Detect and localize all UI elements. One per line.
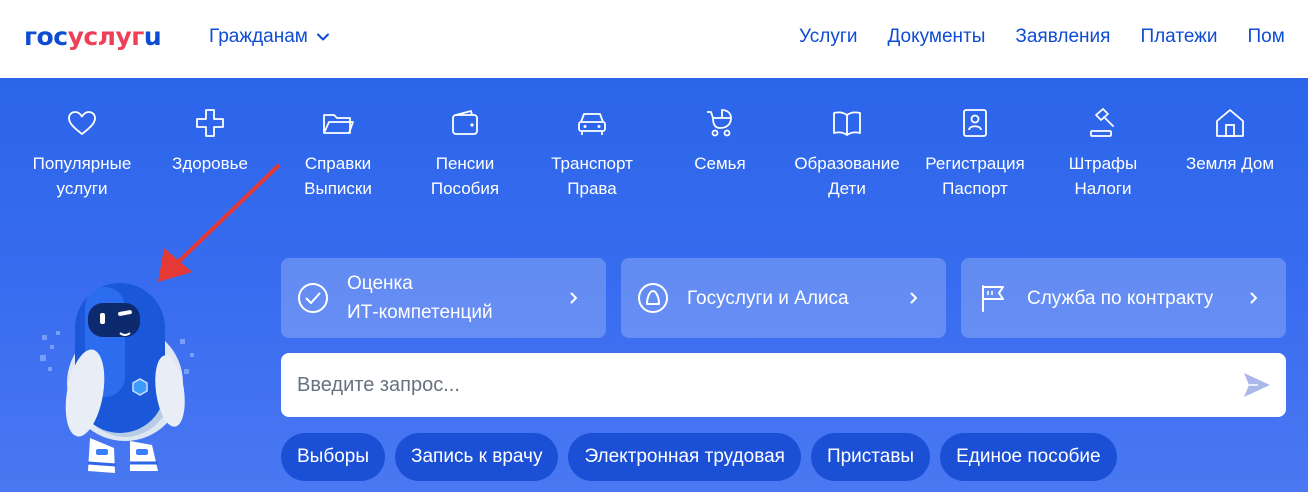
medical-cross-icon (193, 106, 227, 140)
category-transport[interactable]: Транспорт Права (522, 106, 662, 201)
chevron-down-icon (316, 33, 329, 41)
nav-link-services[interactable]: Услуги (799, 26, 857, 48)
passport-icon (958, 106, 992, 140)
category-education[interactable]: Образование Дети (777, 106, 917, 201)
category-family[interactable]: Семья (650, 106, 790, 176)
alice-icon (638, 283, 668, 313)
nav-link-documents[interactable]: Документы (887, 26, 985, 48)
stroller-icon (703, 106, 737, 140)
category-popular[interactable]: Популярные услуги (12, 106, 152, 201)
search-input[interactable] (281, 353, 1221, 417)
nav-link-applications[interactable]: Заявления (1015, 26, 1110, 48)
nav-link-help[interactable]: Пом (1248, 26, 1285, 48)
gosuslugi-logo[interactable]: госуслугu (24, 22, 162, 52)
check-circle-icon (298, 283, 328, 313)
audience-dropdown[interactable]: Гражданам (209, 26, 330, 48)
wallet-icon (448, 106, 482, 140)
promo-label: Госуслуги и Алиса (687, 287, 849, 309)
chevron-right-icon (1250, 292, 1257, 304)
top-nav: Услуги Документы Заявления Платежи Пом (799, 26, 1285, 48)
book-icon (830, 106, 864, 140)
send-icon[interactable] (1242, 371, 1272, 399)
chip-unified-allowance[interactable]: Единое пособие (940, 433, 1117, 481)
category-fines[interactable]: Штрафы Налоги (1033, 106, 1173, 201)
robot-mascot (40, 283, 194, 473)
chip-doctor-appointment[interactable]: Запись к врачу (395, 433, 559, 481)
car-icon (575, 106, 609, 140)
red-arrow-annotation (158, 164, 280, 282)
chip-elections[interactable]: Выборы (281, 433, 386, 481)
quick-links: Выборы Запись к врачу Электронная трудов… (281, 433, 1117, 481)
chevron-right-icon (570, 292, 577, 304)
chip-bailiffs[interactable]: Приставы (810, 433, 931, 481)
house-icon (1213, 106, 1247, 140)
hero-section: Популярные услуги Здоровье Справки Выписки… (0, 78, 1308, 492)
gavel-icon (1086, 106, 1120, 140)
heart-icon (65, 106, 99, 140)
chevron-right-icon (910, 292, 917, 304)
category-land-house[interactable]: Земля Дом (1160, 106, 1300, 176)
promo-label: Оценка ИТ-компетенций (347, 273, 493, 323)
promo-it-assessment[interactable]: Оценка ИТ-компетенций (281, 258, 606, 338)
flag-icon (982, 285, 1004, 312)
folder-icon (321, 106, 355, 140)
search-box (281, 353, 1286, 417)
category-registration[interactable]: Регистрация Паспорт (905, 106, 1045, 201)
audience-label: Гражданам (209, 26, 308, 47)
chip-electronic-workbook[interactable]: Электронная трудовая (568, 433, 801, 481)
promo-contract-service[interactable]: Служба по контракту (961, 258, 1286, 338)
header: госуслугu Гражданам Услуги Документы Зая… (0, 0, 1308, 78)
promo-label: Служба по контракту (1027, 287, 1214, 309)
promo-alice[interactable]: Госуслуги и Алиса (621, 258, 946, 338)
nav-link-payments[interactable]: Платежи (1140, 26, 1217, 48)
category-pensions[interactable]: Пенсии Пособия (395, 106, 535, 201)
